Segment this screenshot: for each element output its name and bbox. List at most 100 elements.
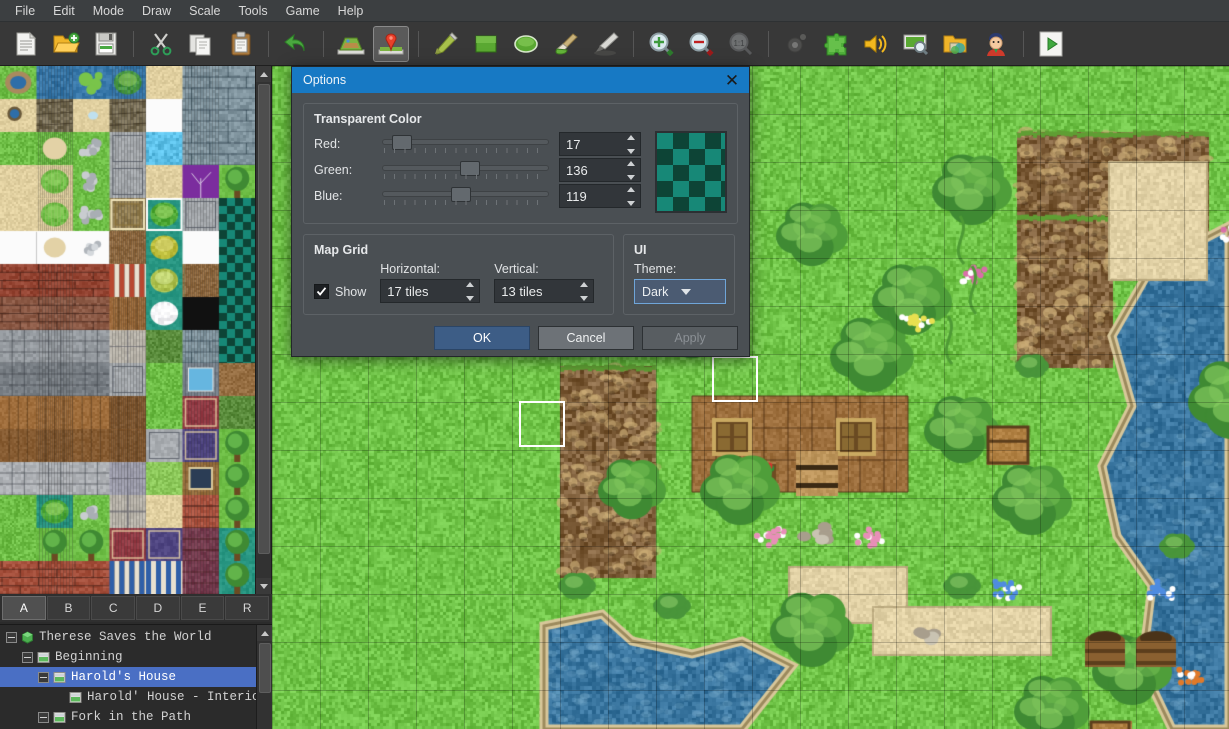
tileset-tab-bar: A B C D E R (0, 594, 272, 622)
tree-collapse-icon[interactable] (22, 652, 33, 663)
ok-button[interactable]: OK (434, 326, 530, 350)
triangle-up-icon[interactable] (257, 625, 272, 641)
map-tree-item[interactable]: Harold' House - Interior (0, 687, 256, 707)
tab-c[interactable]: C (91, 596, 135, 620)
svg-text:1:1: 1:1 (733, 39, 745, 48)
tree-collapse-icon[interactable] (38, 672, 49, 683)
menu-scale[interactable]: Scale (180, 1, 229, 21)
fill-tool-icon[interactable] (548, 26, 584, 62)
red-slider[interactable] (382, 133, 549, 155)
tab-a[interactable]: A (2, 596, 46, 620)
toolbar-separator (323, 31, 324, 57)
tileset-scroll-thumb[interactable] (258, 84, 270, 554)
shadow-pen-icon[interactable] (588, 26, 624, 62)
toolbar: 1:1 (0, 22, 1229, 66)
close-icon[interactable]: ✕ (721, 69, 743, 91)
tab-r[interactable]: R (225, 596, 269, 620)
green-value: 136 (566, 163, 588, 178)
open-project-icon[interactable] (48, 26, 84, 62)
tab-e[interactable]: E (181, 596, 225, 620)
ui-group: UI Theme: Dark (623, 234, 735, 315)
menu-help[interactable]: Help (329, 1, 373, 21)
save-project-icon[interactable] (88, 26, 124, 62)
map-icon (37, 651, 50, 664)
resource-manager-icon[interactable] (938, 26, 974, 62)
horizontal-value: 17 tiles (387, 284, 428, 299)
apply-button[interactable]: Apply (642, 326, 738, 350)
menu-edit[interactable]: Edit (44, 1, 84, 21)
event-mode-icon[interactable] (373, 26, 409, 62)
red-label: Red: (314, 137, 382, 151)
dialog-button-row: OK Cancel Apply (303, 326, 738, 350)
map-tree-item-label: Fork in the Path (71, 710, 191, 724)
blue-slider[interactable] (382, 185, 549, 207)
menu-game[interactable]: Game (277, 1, 329, 21)
paste-icon[interactable] (223, 26, 259, 62)
map-tree-item[interactable]: Therese Saves the World (0, 627, 256, 647)
playtest-icon[interactable] (1033, 26, 1069, 62)
map-tree-item-label: Therese Saves the World (39, 630, 212, 644)
horizontal-input[interactable]: 17 tiles (380, 279, 480, 303)
tileset-scrollbar[interactable] (255, 66, 271, 594)
zoom-in-icon[interactable] (643, 26, 679, 62)
triangle-down-icon[interactable] (256, 578, 272, 594)
copy-icon[interactable] (183, 26, 219, 62)
tab-b[interactable]: B (47, 596, 91, 620)
map-tree-item[interactable]: Harold's House (0, 667, 256, 687)
blue-value: 119 (566, 189, 587, 204)
theme-dropdown[interactable]: Dark (634, 279, 726, 304)
options-dialog[interactable]: Options ✕ Transparent Color Red: (291, 66, 750, 357)
cancel-button[interactable]: Cancel (538, 326, 634, 350)
plugin-manager-icon[interactable] (818, 26, 854, 62)
map-tree-scrollbar[interactable] (256, 625, 272, 729)
character-generator-icon[interactable] (978, 26, 1014, 62)
rectangle-tool-icon[interactable] (468, 26, 504, 62)
red-value-input[interactable]: 17 (559, 132, 641, 156)
new-project-icon[interactable] (8, 26, 44, 62)
pencil-tool-icon[interactable] (428, 26, 464, 62)
cut-icon[interactable] (143, 26, 179, 62)
map-tree[interactable]: Therese Saves the World Beginning Harold's… (0, 624, 272, 729)
map-tree-scroll-thumb[interactable] (259, 643, 271, 693)
theme-value: Dark (642, 285, 681, 299)
map-tree-item[interactable]: Beginning (0, 647, 256, 667)
menu-draw[interactable]: Draw (133, 1, 180, 21)
tab-d[interactable]: D (136, 596, 180, 620)
tileset-palette[interactable] (0, 66, 272, 594)
toolbar-separator (633, 31, 634, 57)
tree-collapse-icon[interactable] (6, 632, 17, 643)
transparent-color-label: Transparent Color (314, 112, 727, 126)
menu-file[interactable]: File (6, 1, 44, 21)
horizontal-field: Horizontal: 17 tiles (380, 262, 480, 303)
database-icon[interactable] (778, 26, 814, 62)
show-grid-checkbox-row[interactable]: Show (314, 284, 366, 303)
map-mode-icon[interactable] (333, 26, 369, 62)
green-slider[interactable] (382, 159, 549, 181)
undo-icon[interactable] (278, 26, 314, 62)
map-tree-item-label: Beginning (55, 650, 123, 664)
map-icon (69, 691, 82, 704)
ellipse-tool-icon[interactable] (508, 26, 544, 62)
vertical-input[interactable]: 13 tiles (494, 279, 594, 303)
toolbar-separator (1023, 31, 1024, 57)
sound-test-icon[interactable] (858, 26, 894, 62)
menu-mode[interactable]: Mode (84, 1, 133, 21)
map-tree-item-label: Harold's House (71, 670, 176, 684)
zoom-out-icon[interactable] (683, 26, 719, 62)
tileset-canvas[interactable] (0, 66, 256, 594)
blue-channel-row: Blue: 119 (314, 183, 641, 209)
map-tree-item-label: Harold' House - Interior (87, 690, 267, 704)
blue-value-input[interactable]: 119 (559, 184, 641, 208)
toolbar-separator (133, 31, 134, 57)
zoom-actual-icon[interactable]: 1:1 (723, 26, 759, 62)
menu-tools[interactable]: Tools (229, 1, 276, 21)
tree-collapse-icon[interactable] (38, 712, 49, 723)
house-door-selection (519, 401, 565, 447)
show-grid-checkbox[interactable] (314, 284, 329, 299)
event-search-icon[interactable] (898, 26, 934, 62)
map-tree-item[interactable]: Fork in the Path (0, 707, 256, 727)
dialog-title-bar[interactable]: Options ✕ (292, 67, 749, 93)
triangle-up-icon[interactable] (256, 66, 272, 82)
map-icon (53, 671, 66, 684)
green-value-input[interactable]: 136 (559, 158, 641, 182)
